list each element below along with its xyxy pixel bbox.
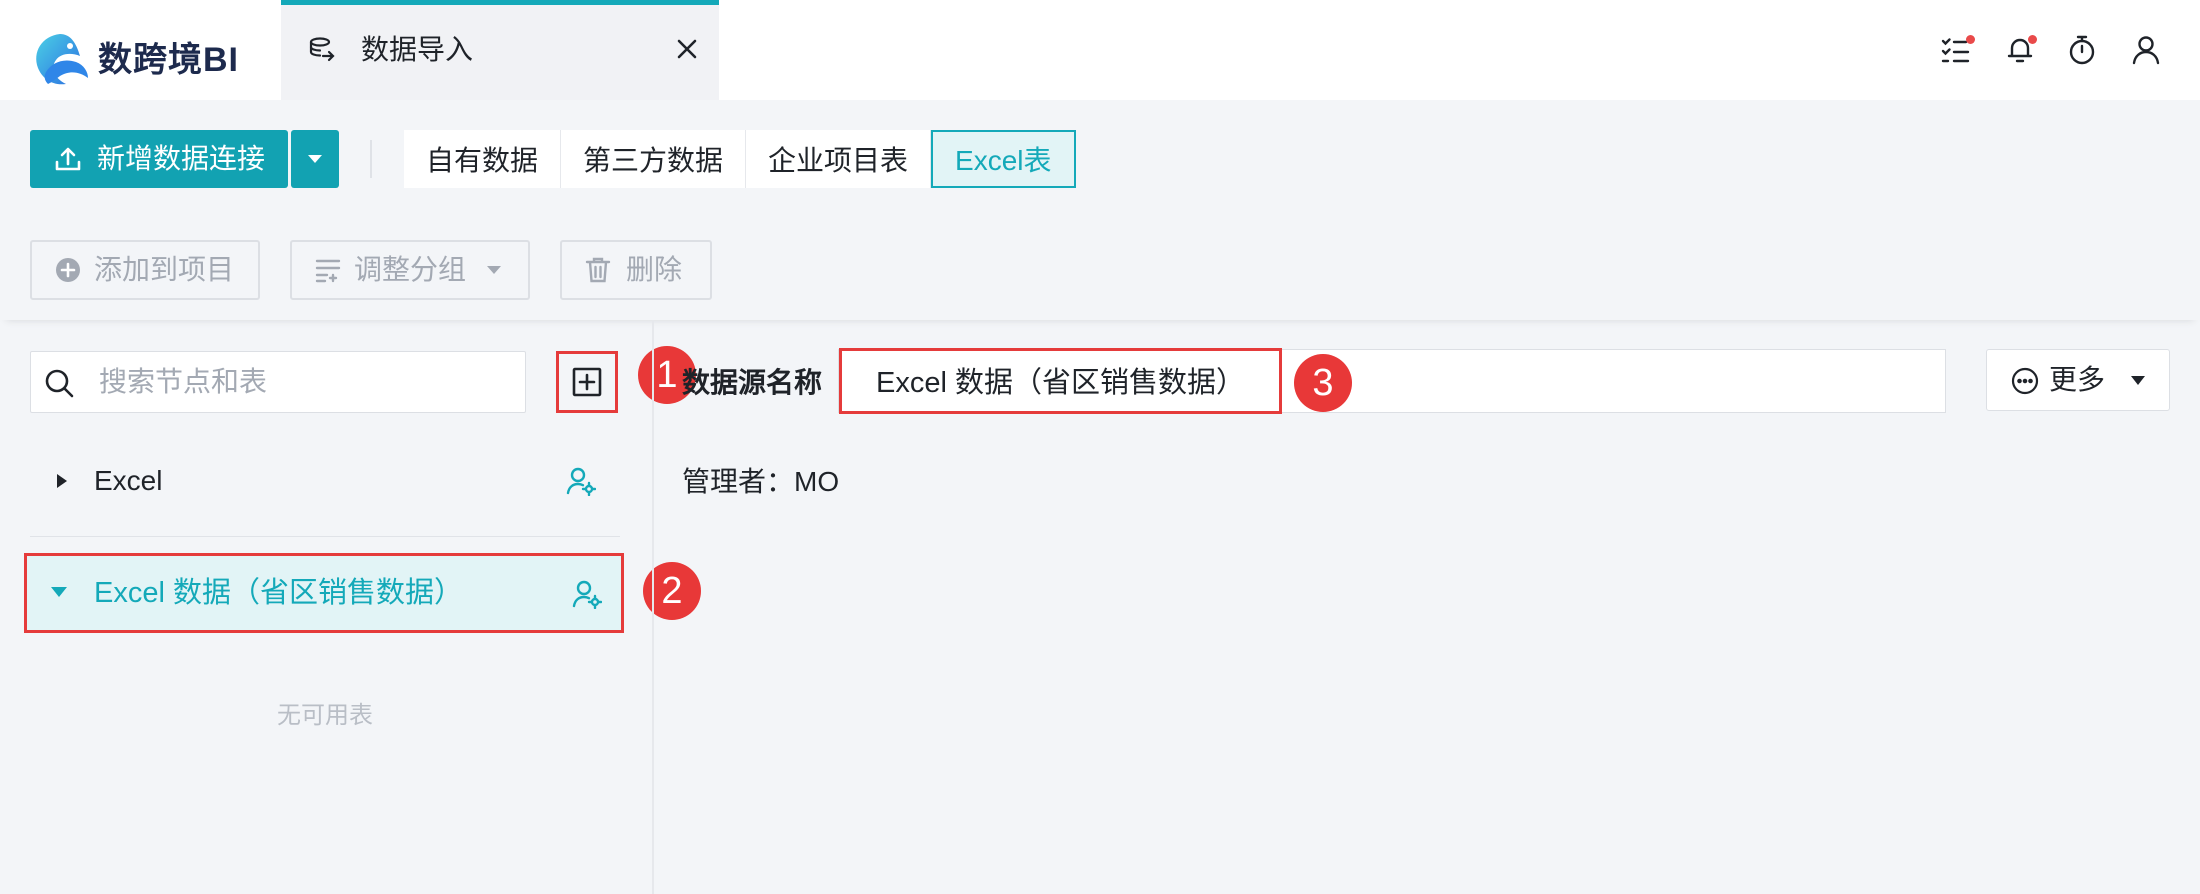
- tree-node-excel[interactable]: Excel: [30, 450, 620, 512]
- manager-info: 管理者：MO: [682, 466, 840, 497]
- user-settings-icon[interactable]: [566, 466, 597, 497]
- more-label: 更多: [2049, 364, 2106, 395]
- search-icon: [43, 367, 75, 399]
- adjust-group-button[interactable]: 调整分组: [290, 240, 530, 300]
- tab-third-party-data[interactable]: 第三方数据: [561, 130, 747, 188]
- add-data-connection-dropdown[interactable]: [291, 130, 339, 188]
- plus-square-icon: [571, 366, 603, 398]
- more-dots-icon: [2011, 367, 2039, 395]
- tab-data-import[interactable]: 数据导入: [281, 0, 719, 100]
- datasource-name-value: Excel 数据（省区销售数据）: [876, 367, 1245, 399]
- upload-icon: [54, 145, 82, 173]
- tree-node-label: Excel: [94, 465, 163, 496]
- search-box: [30, 351, 526, 413]
- delete-button[interactable]: 删除: [560, 240, 712, 300]
- delete-label: 删除: [626, 254, 683, 285]
- logo-text: 数跨境BI: [98, 41, 239, 79]
- step-badge-3: 3: [1294, 354, 1352, 412]
- add-to-project-label: 添加到项目: [94, 254, 235, 285]
- plus-circle-icon: [56, 258, 80, 282]
- adjust-group-label: 调整分组: [354, 254, 467, 285]
- more-button[interactable]: 更多: [1986, 349, 2170, 411]
- caret-down-icon[interactable]: [49, 584, 69, 600]
- task-list-icon[interactable]: [1940, 34, 1975, 66]
- timer-icon[interactable]: [2066, 34, 2098, 66]
- user-icon[interactable]: [2130, 34, 2162, 66]
- tab-enterprise-project-table[interactable]: 企业项目表: [746, 130, 932, 188]
- caret-down-icon: [2130, 374, 2146, 386]
- data-import-icon: [307, 35, 337, 65]
- tree-divider: [30, 536, 620, 537]
- datasource-name-label: 数据源名称: [682, 367, 823, 398]
- trash-icon: [585, 257, 611, 283]
- add-node-button[interactable]: [556, 351, 618, 413]
- search-input[interactable]: [97, 362, 507, 402]
- caret-down-icon: [308, 155, 322, 163]
- top-bar: 数跨境BI 数据导入: [0, 0, 2200, 100]
- caret-down-icon: [487, 266, 502, 274]
- tree-node-excel-sales-data[interactable]: Excel 数据（省区销售数据）: [24, 553, 624, 633]
- caret-right-icon[interactable]: [54, 472, 70, 490]
- group-icon: [315, 259, 341, 283]
- add-data-connection-label: 新增数据连接: [97, 143, 266, 174]
- empty-state-text: 无可用表: [277, 702, 373, 729]
- bell-icon[interactable]: [2004, 34, 2037, 66]
- tab-label: 数据导入: [361, 34, 474, 65]
- add-to-project-button[interactable]: 添加到项目: [30, 240, 260, 300]
- add-data-connection-button[interactable]: 新增数据连接: [30, 130, 288, 188]
- logo-icon: [30, 32, 92, 88]
- tab-own-data[interactable]: 自有数据: [404, 130, 562, 188]
- source-tabs: 自有数据 第三方数据 企业项目表 Excel表: [404, 130, 1076, 188]
- toolbar-divider: [370, 140, 372, 178]
- close-icon[interactable]: [675, 37, 699, 61]
- tab-excel-table[interactable]: Excel表: [931, 130, 1076, 188]
- panel-splitter[interactable]: [652, 320, 654, 894]
- tree-node-label: Excel 数据（省区销售数据）: [94, 577, 463, 609]
- user-settings-icon[interactable]: [572, 579, 603, 610]
